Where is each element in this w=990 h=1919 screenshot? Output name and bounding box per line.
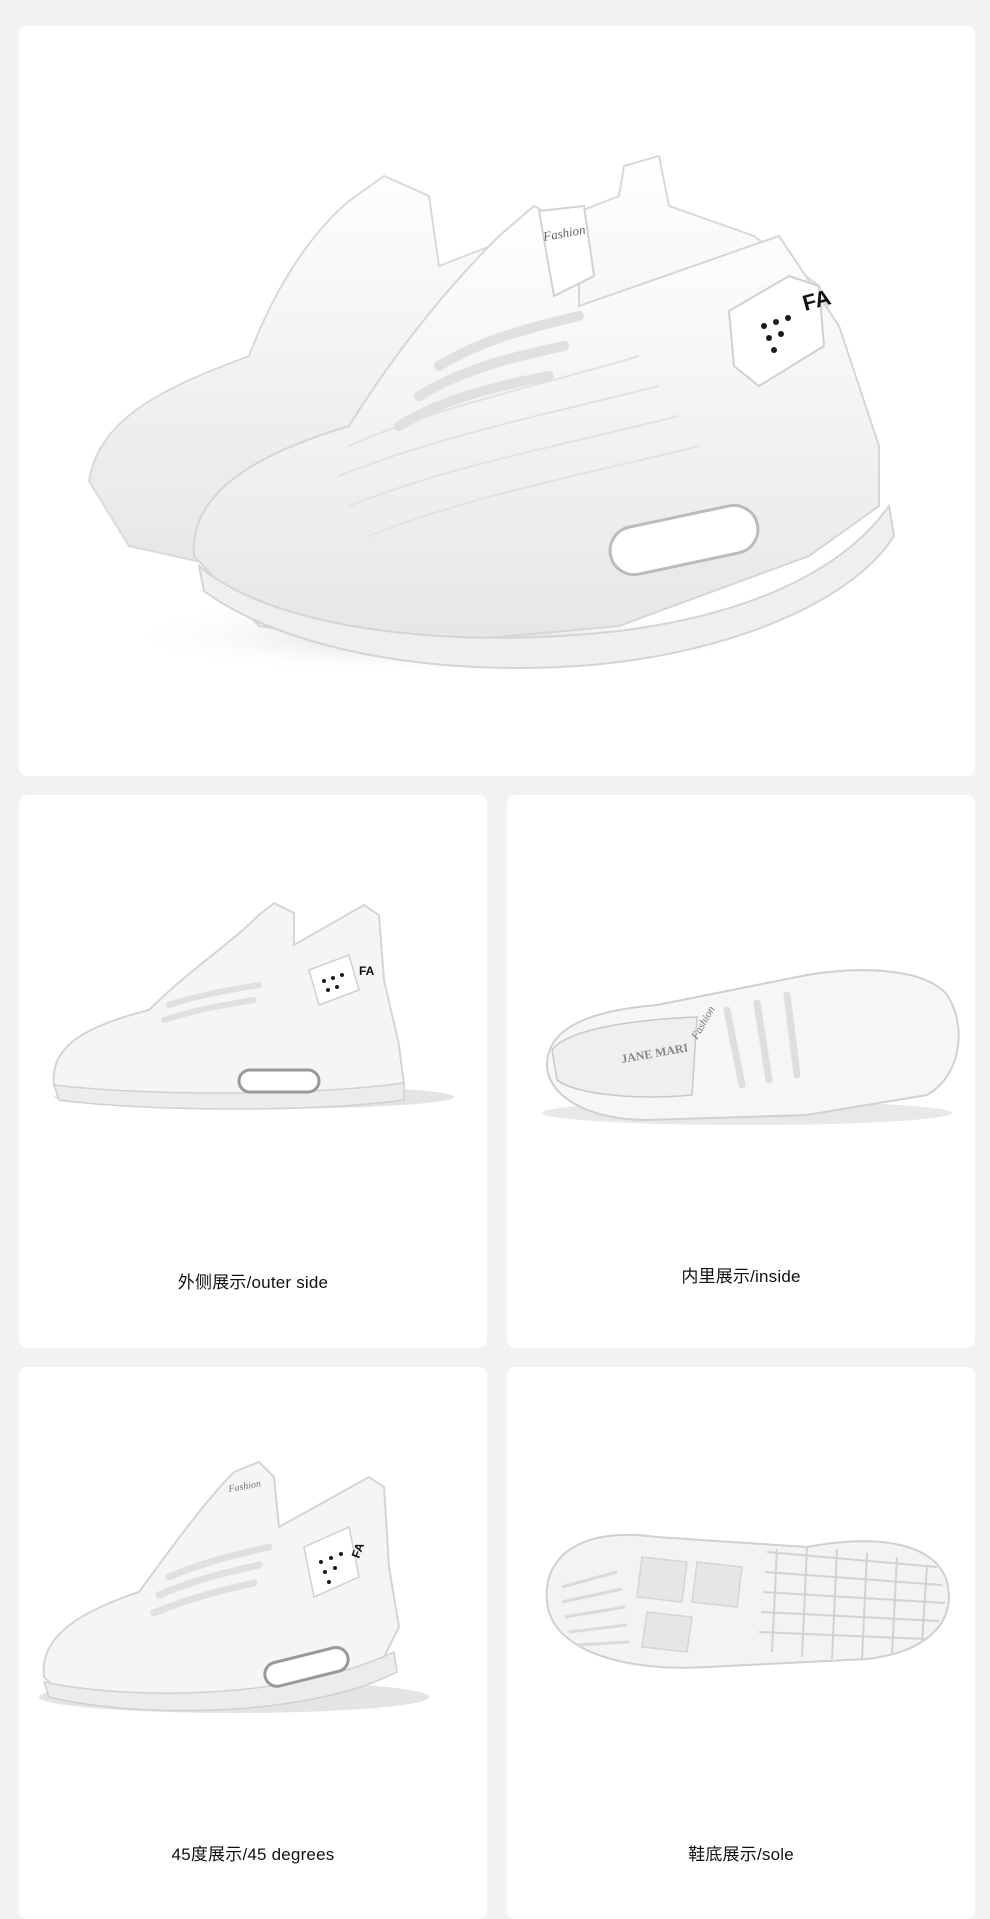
caption-45-degrees: 45度展示/45 degrees [171, 1845, 335, 1864]
outer-heel-logo: FA [359, 964, 375, 978]
sole-card: 鞋底展示/sole [507, 1367, 975, 1919]
product-detail-page: FA Fashion FA 外侧展示/outer side JANE MARI … [0, 0, 990, 1919]
caption-outer-side: 外侧展示/outer side [177, 1273, 329, 1292]
45-degrees-card: FA Fashion 45度展示/45 degrees [19, 1367, 487, 1919]
inside-card: JANE MARI Fashion 内里展示/inside [507, 795, 975, 1348]
caption-inside: 内里展示/inside [681, 1267, 801, 1286]
hero-shoe-pair-image: FA Fashion [87, 154, 896, 676]
45-degrees-shoe-image: FA Fashion [39, 1460, 429, 1713]
sole-shoe-image [545, 1533, 950, 1669]
outer-side-card: FA 外侧展示/outer side [19, 795, 487, 1348]
caption-sole: 鞋底展示/sole [688, 1845, 794, 1864]
outer-side-shoe-image: FA [52, 901, 454, 1110]
hero-image-card: FA Fashion [19, 26, 975, 776]
